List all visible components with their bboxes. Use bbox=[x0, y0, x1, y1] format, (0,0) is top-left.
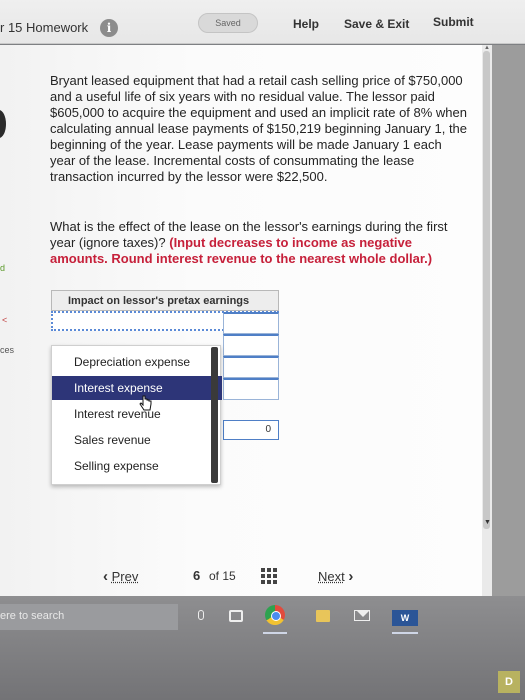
amount-input[interactable] bbox=[223, 356, 279, 378]
next-label: Next bbox=[318, 569, 345, 584]
grid-icon[interactable] bbox=[261, 568, 278, 585]
next-button[interactable]: Next › bbox=[318, 568, 353, 585]
side-marker bbox=[0, 110, 6, 138]
page-total: of 15 bbox=[209, 569, 236, 583]
question-prompt: What is the effect of the lease on the l… bbox=[50, 219, 470, 267]
saved-status: Saved bbox=[198, 13, 258, 33]
corner-badge: D bbox=[498, 671, 520, 693]
current-page: 6 bbox=[193, 568, 201, 583]
chevron-left-icon: ‹ bbox=[103, 568, 108, 585]
mail-icon[interactable] bbox=[354, 610, 370, 621]
page-scrollbar[interactable]: ▲ ▼ bbox=[482, 45, 492, 596]
submit-button[interactable]: Submit bbox=[433, 15, 474, 29]
prev-label: Prev bbox=[111, 569, 139, 584]
side-fragment-a: d bbox=[0, 263, 6, 273]
chevron-right-icon: › bbox=[348, 568, 354, 585]
total-amount[interactable]: 0 bbox=[223, 420, 279, 440]
account-dropdown: Depreciation expense Interest expense In… bbox=[51, 345, 222, 485]
taskbar-search-text: ere to search bbox=[0, 610, 65, 622]
dropdown-option[interactable]: Interest revenue bbox=[52, 402, 222, 426]
file-explorer-icon[interactable] bbox=[316, 610, 330, 622]
question-paragraph: Bryant leased equipment that had a retai… bbox=[50, 73, 468, 184]
word-icon[interactable]: W bbox=[392, 610, 418, 626]
chrome-icon[interactable] bbox=[265, 605, 285, 625]
amount-column bbox=[223, 312, 279, 400]
top-bar: r 15 Homework i Saved Help Save & Exit S… bbox=[0, 0, 525, 44]
task-view-icon[interactable] bbox=[229, 610, 243, 622]
hand-cursor-icon bbox=[139, 395, 152, 411]
save-exit-button[interactable]: Save & Exit bbox=[344, 17, 409, 31]
assignment-title: r 15 Homework bbox=[0, 20, 89, 35]
window-edge bbox=[492, 45, 525, 596]
active-indicator bbox=[392, 632, 418, 634]
prev-button[interactable]: ‹ Prev bbox=[103, 568, 138, 585]
side-fragment-c: ces bbox=[0, 345, 15, 355]
scroll-thumb[interactable] bbox=[483, 51, 490, 529]
active-indicator bbox=[263, 632, 287, 634]
amount-input[interactable] bbox=[223, 312, 279, 334]
help-button[interactable]: Help bbox=[293, 17, 319, 31]
table-header: Impact on lessor's pretax earnings bbox=[51, 290, 279, 311]
dropdown-option[interactable]: Selling expense bbox=[52, 454, 222, 478]
dropdown-option-highlighted[interactable]: Interest expense bbox=[52, 376, 222, 400]
side-fragment-b: < bbox=[2, 315, 8, 325]
taskbar: ere to search W bbox=[0, 596, 525, 700]
info-icon[interactable]: i bbox=[100, 19, 118, 37]
amount-input[interactable] bbox=[223, 378, 279, 400]
dropdown-option[interactable]: Depreciation expense bbox=[52, 350, 222, 374]
dropdown-scrollbar[interactable] bbox=[211, 347, 218, 483]
scroll-down-icon[interactable]: ▼ bbox=[484, 519, 491, 526]
amount-input[interactable] bbox=[223, 334, 279, 356]
dropdown-option[interactable]: Sales revenue bbox=[52, 428, 222, 452]
microphone-icon[interactable] bbox=[198, 610, 204, 620]
